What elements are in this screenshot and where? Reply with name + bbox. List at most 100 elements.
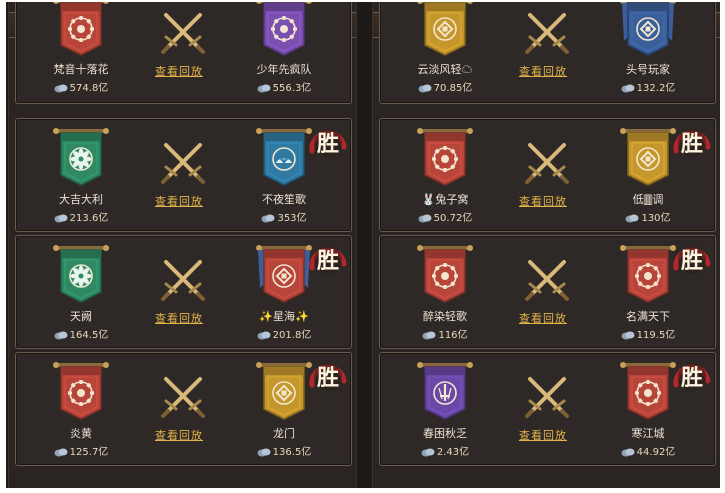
crossed-swords-icon — [161, 143, 205, 184]
team-power-value: 119.5亿 — [636, 330, 676, 341]
combat-power-icon — [418, 84, 432, 93]
team-b[interactable]: 头号玩家 132.2亿 — [593, 2, 703, 97]
combat-power-icon — [422, 331, 436, 340]
crossed-swords-icon — [525, 143, 569, 184]
team-banner — [417, 2, 473, 63]
gold-coin-banner-icon — [256, 362, 312, 420]
team-name: 梵音十落花 — [53, 63, 109, 76]
purple-sword-banner-icon — [417, 362, 473, 420]
view-replay-link[interactable]: 查看回放 — [519, 63, 567, 79]
team-power: 116亿 — [390, 326, 500, 341]
win-label: 胜 — [681, 131, 703, 157]
view-replay-link[interactable]: 查看回放 — [519, 427, 567, 443]
red-gear-banner-icon — [53, 2, 109, 56]
team-power: 50.72亿 — [390, 209, 500, 224]
view-replay-link[interactable]: 查看回放 — [519, 310, 567, 326]
team-name: 大吉大利 — [59, 193, 103, 206]
team-a[interactable]: 春困秋乏 2.43亿 — [390, 361, 500, 461]
team-power-value: 574.8亿 — [69, 83, 109, 94]
crossed-swords-icon — [525, 260, 569, 301]
team-power: 119.5亿 — [593, 326, 703, 341]
win-badge: 胜 — [306, 121, 350, 165]
team-banner — [417, 127, 473, 193]
team-name: 炎黄 — [70, 427, 92, 440]
team-power-value: 44.92亿 — [636, 447, 676, 458]
team-name: 头号玩家 — [626, 63, 670, 76]
view-replay-link[interactable]: 查看回放 — [155, 310, 203, 326]
team-name: 天阙 — [70, 310, 92, 323]
team-banner — [417, 244, 473, 310]
match-card: 天阙 164.5亿 ✨星海✨ 201.8亿 查看回放 胜 — [15, 235, 352, 349]
team-a[interactable]: 天阙 164.5亿 — [26, 244, 136, 344]
match-card: 炎黄 125.7亿 龙门 136.5亿 查看回放 胜 — [15, 352, 352, 466]
team-banner — [256, 361, 312, 427]
view-replay-link[interactable]: 查看回放 — [155, 193, 203, 209]
team-power: 213.6亿 — [26, 209, 136, 224]
team-power-value: 353亿 — [277, 213, 307, 224]
team-power: 136.5亿 — [229, 443, 339, 458]
tournament-screen: ◆决赛第2场精彩对阵◆梵音十落花574.8亿少年先疯队556.3亿查看回放大吉大… — [6, 2, 720, 488]
match-card: 🐰兔子窝 50.72亿 低🀫调 130亿 查看回放 胜 — [379, 118, 716, 232]
match-card: 大吉大利 213.6亿 不夜笙歌 353亿 查看回放 胜 — [15, 118, 352, 232]
crossed-swords-icon — [161, 260, 205, 301]
green-flower-banner-icon — [53, 245, 109, 303]
match-card: 春困秋乏 2.43亿 寒江城 44.92亿 查看回放 胜 — [379, 352, 716, 466]
team-a[interactable]: 炎黄 125.7亿 — [26, 361, 136, 461]
win-label: 胜 — [317, 248, 339, 274]
left-results-panel: ◆决赛第2场精彩对阵◆梵音十落花574.8亿少年先疯队556.3亿查看回放大吉大… — [8, 2, 357, 488]
win-label: 胜 — [681, 365, 703, 391]
team-banner — [53, 244, 109, 310]
combat-power-icon — [54, 84, 68, 93]
combat-power-icon — [421, 448, 435, 457]
view-replay-link[interactable]: 查看回放 — [155, 427, 203, 443]
red-gear-banner-icon — [53, 362, 109, 420]
match-card: 醉染轻歌 116亿 名满天下 119.5亿 查看回放 胜 — [379, 235, 716, 349]
combat-power-icon — [257, 448, 271, 457]
crossed-swords-icon — [525, 13, 569, 54]
team-a[interactable]: 醉染轻歌 116亿 — [390, 244, 500, 344]
win-badge: 胜 — [670, 355, 714, 399]
team-power-value: 50.72亿 — [433, 213, 473, 224]
win-seal-icon: 胜 — [309, 363, 347, 391]
team-a[interactable]: 大吉大利 213.6亿 — [26, 127, 136, 227]
combat-power-icon — [625, 214, 639, 223]
win-seal-icon: 胜 — [673, 246, 711, 274]
win-seal-icon: 胜 — [309, 129, 347, 157]
team-banner — [417, 361, 473, 427]
ornate-blue-banner-icon — [620, 2, 676, 56]
combat-power-icon — [418, 214, 432, 223]
team-power: 556.3亿 — [229, 79, 339, 94]
team-name: 云淡风轻☁ — [417, 63, 473, 76]
team-name: ✨星海✨ — [259, 310, 309, 323]
team-banner — [53, 2, 109, 63]
team-banner — [620, 127, 676, 193]
team-name: 名满天下 — [626, 310, 670, 323]
green-flower-banner-icon — [53, 128, 109, 186]
team-power-value: 70.85亿 — [433, 83, 473, 94]
team-power-value: 556.3亿 — [272, 83, 312, 94]
team-name: 少年先疯队 — [256, 63, 312, 76]
team-name: 低🀫调 — [632, 193, 664, 206]
combat-power-icon — [257, 84, 271, 93]
win-label: 胜 — [681, 248, 703, 274]
team-a[interactable]: 云淡风轻☁ 70.85亿 — [390, 2, 500, 97]
team-power-value: 2.43亿 — [436, 447, 470, 458]
team-b[interactable]: 少年先疯队 556.3亿 — [229, 2, 339, 97]
red-gear-banner-icon — [417, 245, 473, 303]
gold-coin-banner-icon — [417, 2, 473, 56]
combat-power-icon — [621, 84, 635, 93]
view-replay-link[interactable]: 查看回放 — [519, 193, 567, 209]
red-gear-banner-icon — [417, 128, 473, 186]
team-power: 125.7亿 — [26, 443, 136, 458]
team-a[interactable]: 🐰兔子窝 50.72亿 — [390, 127, 500, 227]
team-power: 164.5亿 — [26, 326, 136, 341]
team-power-value: 116亿 — [438, 330, 468, 341]
team-power: 130亿 — [593, 209, 703, 224]
team-a[interactable]: 梵音十落花 574.8亿 — [26, 2, 136, 97]
team-name: 春困秋乏 — [423, 427, 467, 440]
ornate-coin-banner-icon — [256, 245, 312, 303]
team-banner — [256, 244, 312, 310]
red-gear-banner-icon — [620, 362, 676, 420]
view-replay-link[interactable]: 查看回放 — [155, 63, 203, 79]
team-name: 不夜笙歌 — [262, 193, 306, 206]
